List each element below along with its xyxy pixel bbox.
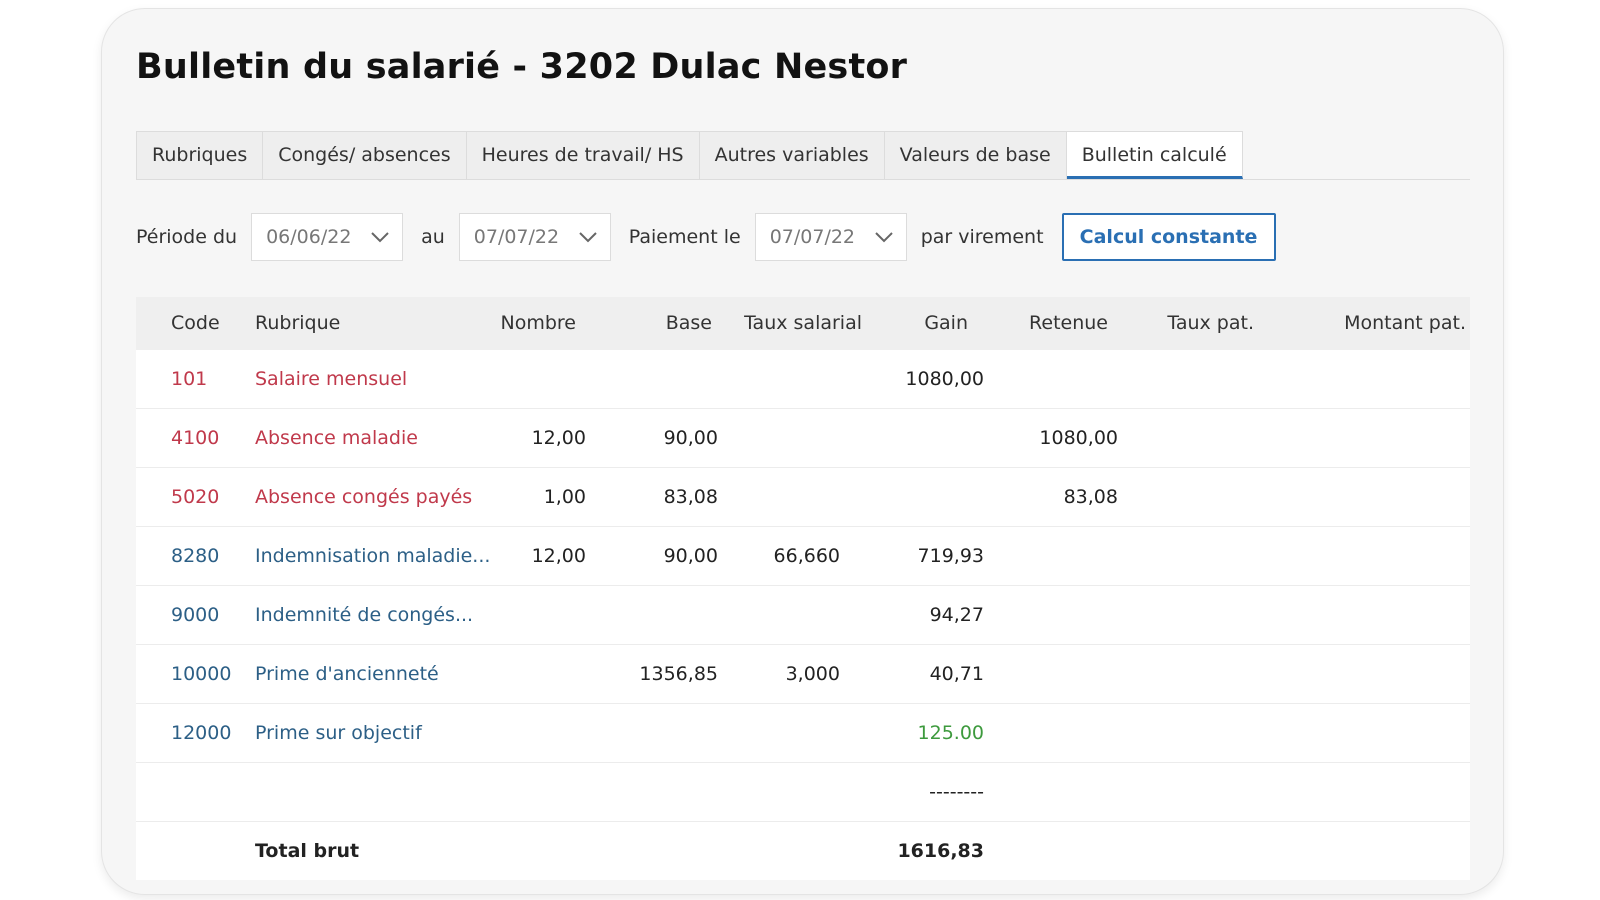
tab-conges-absences[interactable]: Congés/ absences [263,131,467,179]
period-to-value: 07/07/22 [473,226,560,248]
column-header-taux-salarial: Taux salarial [744,312,862,334]
separator-row: -------- [136,763,1470,822]
chevron-down-icon [874,232,893,243]
row-base: 83,08 [663,486,718,508]
row-rubrique: Prime sur objectif [255,722,422,744]
payment-method-label: par virement [920,226,1044,248]
page-title: Bulletin du salarié - 3202 Dulac Nestor [136,47,908,87]
column-header-nombre: Nombre [500,312,577,334]
row-taux-salarial: 3,000 [785,663,840,685]
row-gain: 40,71 [929,663,984,685]
column-header-code: Code [171,312,220,334]
period-from-select[interactable]: 06/06/22 [251,213,404,261]
row-nombre: 12,00 [531,545,586,567]
row-code: 5020 [171,486,220,508]
row-code: 4100 [171,427,220,449]
table-row[interactable]: 101 Salaire mensuel 1080,00 [136,350,1470,409]
table-row[interactable]: 12000 Prime sur objectif 125.00 [136,704,1470,763]
row-rubrique: Absence maladie [255,427,418,449]
calcul-constante-button[interactable]: Calcul constante [1061,213,1276,261]
tab-autres-variables[interactable]: Autres variables [699,131,885,179]
column-header-retenue: Retenue [1029,312,1108,334]
tab-heures-travail[interactable]: Heures de travail/ HS [466,131,700,179]
tab-bar: Rubriques Congés/ absences Heures de tra… [136,131,1470,180]
payment-date-value: 07/07/22 [769,226,856,248]
row-rubrique: Salaire mensuel [255,368,408,390]
table-row[interactable]: 8280 Indemnisation maladie... 12,00 90,0… [136,527,1470,586]
row-gain: 94,27 [929,604,984,626]
column-header-base: Base [665,312,712,334]
tab-rubriques[interactable]: Rubriques [136,131,264,179]
tab-valeurs-base[interactable]: Valeurs de base [884,131,1067,179]
row-base: 90,00 [663,545,718,567]
row-code: 101 [171,368,208,390]
row-rubrique: Prime d'ancienneté [255,663,439,685]
table-header: Code Rubrique Nombre Base Taux salarial … [136,297,1470,350]
row-gain: 125.00 [917,722,984,744]
row-retenue: 1080,00 [1039,427,1118,449]
payment-date-label: Paiement le [628,226,741,248]
column-header-gain: Gain [924,312,968,334]
row-gain: 719,93 [917,545,984,567]
row-base: 90,00 [663,427,718,449]
column-header-rubrique: Rubrique [255,312,341,334]
table-row[interactable]: 4100 Absence maladie 12,00 90,00 1080,00 [136,409,1470,468]
period-from-value: 06/06/22 [266,226,352,248]
period-to-select[interactable]: 07/07/22 [458,213,611,261]
total-label: Total brut [255,840,360,862]
period-from-label: Période du [136,226,238,248]
row-nombre: 1,00 [543,486,586,508]
payslip-panel: Bulletin du salarié - 3202 Dulac Nestor … [101,8,1504,895]
row-rubrique: Indemnité de congés... [255,604,474,626]
table-row[interactable]: 5020 Absence congés payés 1,00 83,08 83,… [136,468,1470,527]
tab-bulletin-calcule[interactable]: Bulletin calculé [1066,131,1243,179]
row-retenue: 83,08 [1063,486,1118,508]
column-header-montant-pat: Montant pat. [1344,312,1466,334]
row-code: 12000 [171,722,232,744]
row-code: 9000 [171,604,220,626]
column-header-taux-pat: Taux pat. [1167,312,1254,334]
total-row: Total brut 1616,83 [136,822,1470,880]
period-to-label: au [421,226,445,248]
period-filter-bar: Période du 06/06/22 au 07/07/22 Paiement… [136,213,1276,261]
row-gain: 1080,00 [905,368,984,390]
table-row[interactable]: 10000 Prime d'ancienneté 1356,85 3,000 4… [136,645,1470,704]
row-base: 1356,85 [639,663,718,685]
row-rubrique: Absence congés payés [255,486,473,508]
row-taux-salarial: 66,660 [773,545,840,567]
payslip-table: Code Rubrique Nombre Base Taux salarial … [136,297,1470,880]
row-nombre: 12,00 [531,427,586,449]
table-row[interactable]: 9000 Indemnité de congés... 94,27 [136,586,1470,645]
chevron-down-icon [579,232,597,243]
row-code: 8280 [171,545,220,567]
row-rubrique: Indemnisation maladie... [255,545,491,567]
payment-date-select[interactable]: 07/07/22 [754,213,907,261]
row-code: 10000 [171,663,232,685]
total-gain: 1616,83 [897,840,984,862]
chevron-down-icon [371,232,389,243]
gain-separator: -------- [929,781,984,803]
